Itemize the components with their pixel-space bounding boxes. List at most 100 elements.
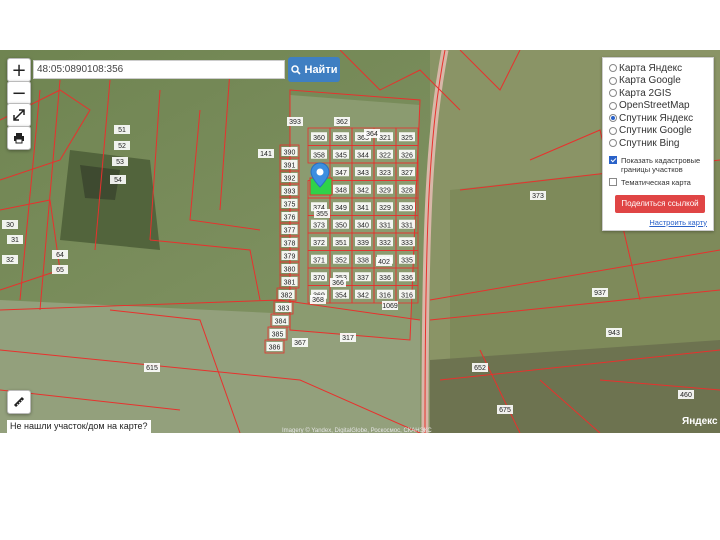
parcel-label-64[interactable]: 64 (56, 252, 64, 259)
parcel-label-51[interactable]: 51 (118, 127, 126, 134)
layer-radio[interactable] (609, 64, 617, 73)
parcel-350-label: 350 (335, 222, 347, 229)
layer-radio[interactable] (609, 126, 617, 135)
not-found-link[interactable]: Не нашли участок/дом на карте? (7, 420, 151, 433)
parcel-label-362[interactable]: 362 (336, 119, 348, 126)
parcel-label-373[interactable]: 373 (532, 193, 544, 200)
layer-radio[interactable] (609, 139, 617, 148)
parcel-381-10-label: 381 (284, 280, 296, 287)
search-button[interactable]: Найти (288, 57, 340, 82)
parcel-328-label: 328 (401, 187, 413, 194)
parcel-371-label: 371 (313, 257, 325, 264)
parcel-label-1069[interactable]: 1069 (382, 303, 398, 310)
layer-option-5[interactable]: Спутник Google (609, 125, 707, 138)
parcel-386-15-label: 386 (269, 345, 281, 352)
parcel-label-317[interactable]: 317 (342, 335, 354, 342)
fullscreen-button[interactable] (7, 103, 31, 127)
parcel-343-label: 343 (357, 170, 369, 177)
thematic-label: Тематическая карта (621, 177, 691, 187)
parcel-360-label: 360 (313, 135, 325, 142)
parcel-339-label: 339 (357, 240, 369, 247)
parcel-340-label: 340 (357, 222, 369, 229)
parcel-label-141[interactable]: 141 (260, 151, 272, 158)
layer-radio[interactable] (609, 76, 617, 85)
parcel-336-label: 336 (379, 275, 391, 282)
parcel-label-368[interactable]: 368 (312, 297, 324, 304)
parcel-373-label: 373 (313, 222, 325, 229)
parcel-label-366[interactable]: 366 (332, 280, 344, 287)
cadastral-search-input[interactable]: 48:05:0890108:356 (33, 60, 285, 79)
parcel-322-label: 322 (379, 152, 391, 159)
parcel-label-65[interactable]: 65 (56, 267, 64, 274)
parcel-358-label: 358 (313, 152, 325, 159)
show-cadastral-row[interactable]: Показать кадастровые границы участков (609, 155, 707, 174)
search-icon (290, 64, 301, 75)
print-button[interactable] (7, 126, 31, 150)
parcel-349-label: 349 (335, 205, 347, 212)
parcel-326-label: 326 (401, 152, 413, 159)
parcel-label-54[interactable]: 54 (114, 177, 122, 184)
parcel-376-5-label: 376 (284, 215, 296, 222)
zoom-in-icon: + (11, 59, 27, 81)
parcel-370-label: 370 (313, 275, 325, 282)
parcel-337-label: 337 (357, 275, 369, 282)
parcel-372-label: 372 (313, 240, 325, 247)
parcel-330-label: 330 (401, 205, 413, 212)
parcel-390-0-label: 390 (284, 150, 296, 157)
parcel-331-label: 331 (401, 222, 413, 229)
layer-option-6[interactable]: Спутник Bing (609, 137, 707, 150)
parcel-label-367[interactable]: 367 (294, 340, 306, 347)
ruler-icon (13, 396, 25, 408)
parcel-label-31[interactable]: 31 (11, 237, 19, 244)
layer-panel: Карта Яндекс Карта Google Карта 2GIS OpenSt… (602, 57, 714, 231)
layer-option-0[interactable]: Карта Яндекс (609, 62, 707, 75)
expand-icon (13, 109, 25, 121)
parcel-label-937[interactable]: 937 (594, 290, 606, 297)
layer-option-3[interactable]: OpenStreetMap (609, 100, 707, 113)
parcel-label-460[interactable]: 460 (680, 392, 692, 399)
parcel-327-label: 327 (401, 170, 413, 177)
parcel-label-652[interactable]: 652 (474, 365, 486, 372)
parcel-331-label: 331 (379, 222, 391, 229)
search-button-label: Найти (304, 63, 338, 76)
show-cadastral-checkbox[interactable] (609, 155, 617, 164)
parcel-label-675[interactable]: 675 (499, 407, 511, 414)
zoom-out-button[interactable]: − (7, 81, 31, 105)
parcel-label-943[interactable]: 943 (608, 330, 620, 337)
layer-radio[interactable] (609, 89, 617, 98)
parcel-384-13-label: 384 (275, 319, 287, 326)
parcel-label-30[interactable]: 30 (6, 222, 14, 229)
layer-radio[interactable] (609, 101, 617, 110)
parcel-label-32[interactable]: 32 (6, 257, 14, 264)
parcel-375-4-label: 375 (284, 202, 296, 209)
parcel-label-52[interactable]: 52 (118, 143, 126, 150)
parcel-label-402[interactable]: 402 (378, 259, 390, 266)
parcel-label-355[interactable]: 355 (316, 211, 328, 218)
parcel-380-9-label: 380 (284, 267, 296, 274)
parcel-label-393[interactable]: 393 (289, 119, 301, 126)
zoom-in-button[interactable]: + (7, 58, 31, 82)
layer-option-label: Карта 2GIS (619, 87, 672, 99)
parcel-316-label: 316 (401, 292, 413, 299)
parcel-label-615[interactable]: 615 (146, 365, 158, 372)
setup-map-link[interactable]: Настроить карту (609, 218, 707, 227)
parcel-348-label: 348 (335, 187, 347, 194)
parcel-316-label: 316 (379, 292, 391, 299)
yandex-logo: Яндекс (682, 416, 718, 427)
show-cadastral-label: Показать кадастровые границы участков (621, 155, 701, 174)
layer-option-4[interactable]: Спутник Яндекс (609, 112, 707, 125)
parcel-label-53[interactable]: 53 (116, 159, 124, 166)
marker-dot (316, 168, 324, 176)
thematic-row[interactable]: Тематическая карта (609, 177, 707, 187)
parcel-378-7-label: 378 (284, 241, 296, 248)
share-link-button[interactable]: Поделиться ссылкой (615, 194, 705, 213)
layer-option-label: OpenStreetMap (619, 100, 690, 112)
thematic-checkbox[interactable] (609, 177, 617, 186)
layer-option-2[interactable]: Карта 2GIS (609, 87, 707, 100)
parcel-label-364[interactable]: 364 (366, 131, 378, 138)
ruler-button[interactable] (7, 390, 31, 414)
layer-option-1[interactable]: Карта Google (609, 75, 707, 88)
layer-radio[interactable] (609, 114, 617, 123)
parcel-333-label: 333 (401, 240, 413, 247)
parcel-351-label: 351 (335, 240, 347, 247)
